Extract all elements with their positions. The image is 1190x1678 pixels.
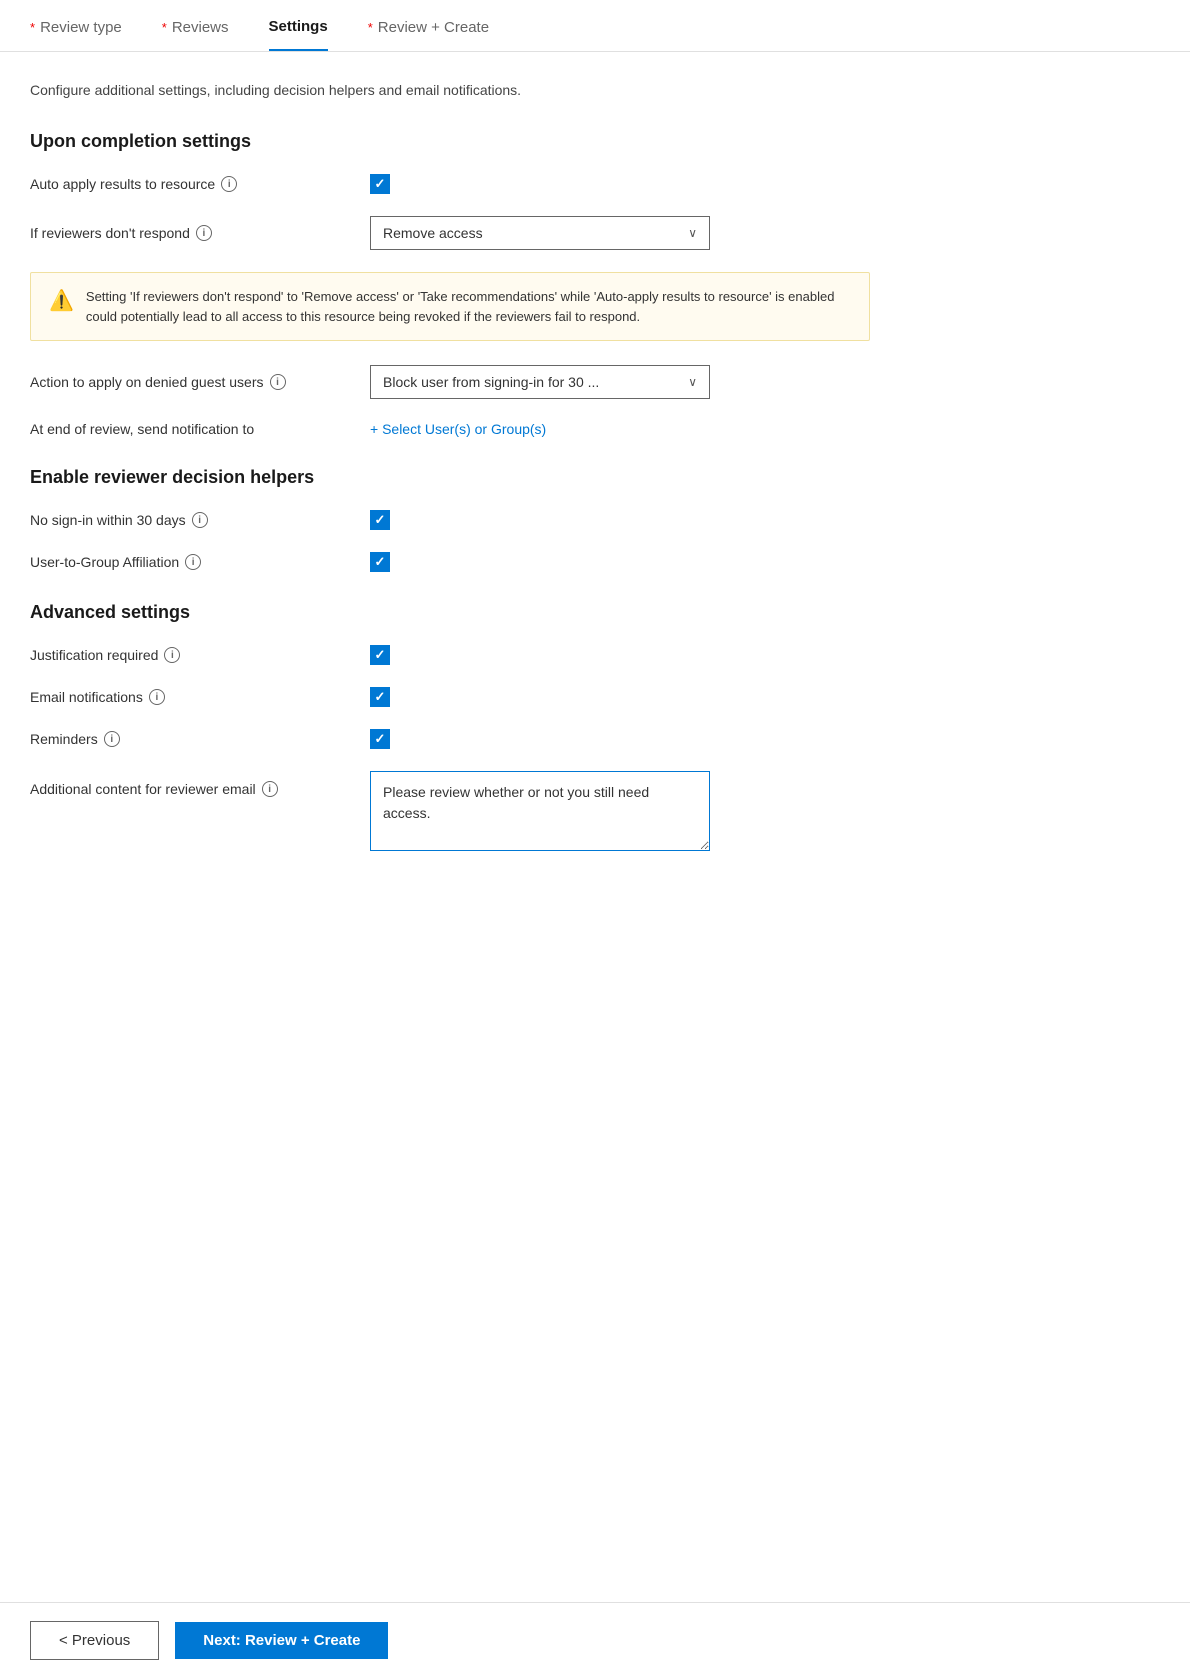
reviewers-respond-dropdown[interactable]: Remove access ∨ bbox=[370, 216, 710, 250]
email-notifications-info-icon[interactable]: i bbox=[149, 689, 165, 705]
tab-review-create-label: Review + Create bbox=[378, 19, 489, 36]
tab-reviews-label: Reviews bbox=[172, 19, 229, 36]
reviewers-respond-info-icon[interactable]: i bbox=[196, 225, 212, 241]
justification-info-icon[interactable]: i bbox=[164, 647, 180, 663]
auto-apply-checkbox[interactable] bbox=[370, 174, 390, 194]
required-star-review-type: * bbox=[30, 20, 35, 35]
justification-label: Justification required i bbox=[30, 647, 350, 663]
footer-bar: < Previous Next: Review + Create bbox=[0, 1602, 1190, 1678]
notification-label: At end of review, send notification to bbox=[30, 421, 350, 437]
reminders-info-icon[interactable]: i bbox=[104, 731, 120, 747]
advanced-settings-section: Advanced settings Justification required… bbox=[30, 602, 870, 851]
warning-text: Setting 'If reviewers don't respond' to … bbox=[86, 287, 851, 326]
reviewers-respond-value: Remove access bbox=[383, 225, 483, 241]
additional-content-label: Additional content for reviewer email i bbox=[30, 781, 350, 797]
auto-apply-label: Auto apply results to resource i bbox=[30, 176, 350, 192]
reviewers-respond-row: If reviewers don't respond i Remove acce… bbox=[30, 216, 870, 250]
page-subtitle: Configure additional settings, including… bbox=[30, 80, 870, 101]
additional-content-row: Additional content for reviewer email i bbox=[30, 771, 870, 851]
reminders-label: Reminders i bbox=[30, 731, 350, 747]
group-affiliation-info-icon[interactable]: i bbox=[185, 554, 201, 570]
auto-apply-row: Auto apply results to resource i bbox=[30, 174, 870, 194]
tab-reviews[interactable]: * Reviews bbox=[162, 19, 229, 50]
email-notifications-row: Email notifications i bbox=[30, 687, 870, 707]
tab-review-create[interactable]: * Review + Create bbox=[368, 19, 489, 50]
denied-guests-label: Action to apply on denied guest users i bbox=[30, 374, 350, 390]
tab-navigation: * Review type * Reviews Settings * Revie… bbox=[0, 0, 1190, 52]
group-affiliation-checkbox[interactable] bbox=[370, 552, 390, 572]
reviewers-respond-label: If reviewers don't respond i bbox=[30, 225, 350, 241]
denied-guests-value: Block user from signing-in for 30 ... bbox=[383, 374, 599, 390]
denied-guests-info-icon[interactable]: i bbox=[270, 374, 286, 390]
warning-icon: ⚠️ bbox=[49, 288, 74, 313]
denied-guests-row: Action to apply on denied guest users i … bbox=[30, 365, 870, 399]
justification-checkbox[interactable] bbox=[370, 645, 390, 665]
required-star-review-create: * bbox=[368, 20, 373, 35]
main-content: Configure additional settings, including… bbox=[0, 52, 900, 1013]
previous-button[interactable]: < Previous bbox=[30, 1621, 159, 1660]
group-affiliation-row: User-to-Group Affiliation i bbox=[30, 552, 870, 572]
auto-apply-info-icon[interactable]: i bbox=[221, 176, 237, 192]
tab-settings[interactable]: Settings bbox=[269, 18, 328, 51]
next-button[interactable]: Next: Review + Create bbox=[175, 1622, 388, 1659]
decision-helpers-section: Enable reviewer decision helpers No sign… bbox=[30, 467, 870, 572]
email-notifications-checkbox[interactable] bbox=[370, 687, 390, 707]
completion-section-title: Upon completion settings bbox=[30, 131, 870, 152]
notification-row: At end of review, send notification to +… bbox=[30, 421, 870, 437]
no-signin-row: No sign-in within 30 days i bbox=[30, 510, 870, 530]
advanced-settings-title: Advanced settings bbox=[30, 602, 870, 623]
reminders-row: Reminders i bbox=[30, 729, 870, 749]
notification-link[interactable]: + Select User(s) or Group(s) bbox=[370, 421, 546, 437]
denied-guests-dropdown[interactable]: Block user from signing-in for 30 ... ∨ bbox=[370, 365, 710, 399]
reminders-checkbox[interactable] bbox=[370, 729, 390, 749]
tab-settings-label: Settings bbox=[269, 18, 328, 35]
tab-review-type-label: Review type bbox=[40, 19, 122, 36]
denied-guests-chevron: ∨ bbox=[688, 375, 697, 389]
tab-review-type[interactable]: * Review type bbox=[30, 19, 122, 50]
justification-row: Justification required i bbox=[30, 645, 870, 665]
decision-helpers-title: Enable reviewer decision helpers bbox=[30, 467, 870, 488]
group-affiliation-label: User-to-Group Affiliation i bbox=[30, 554, 350, 570]
additional-content-info-icon[interactable]: i bbox=[262, 781, 278, 797]
completion-section: Upon completion settings Auto apply resu… bbox=[30, 131, 870, 437]
email-notifications-label: Email notifications i bbox=[30, 689, 350, 705]
additional-content-textarea[interactable] bbox=[370, 771, 710, 851]
no-signin-checkbox[interactable] bbox=[370, 510, 390, 530]
no-signin-info-icon[interactable]: i bbox=[192, 512, 208, 528]
reviewers-respond-chevron: ∨ bbox=[688, 226, 697, 240]
warning-box: ⚠️ Setting 'If reviewers don't respond' … bbox=[30, 272, 870, 341]
no-signin-label: No sign-in within 30 days i bbox=[30, 512, 350, 528]
required-star-reviews: * bbox=[162, 20, 167, 35]
